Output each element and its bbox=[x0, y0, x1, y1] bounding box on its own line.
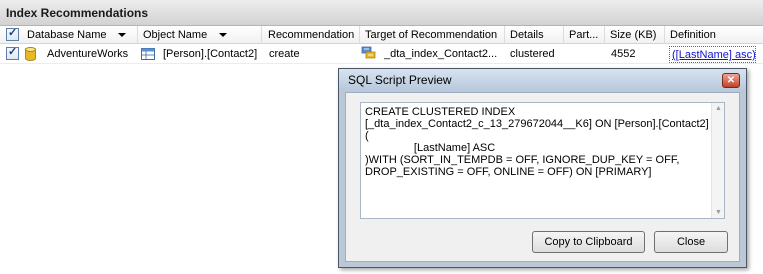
column-header-target[interactable]: Target of Recommendation bbox=[360, 26, 505, 44]
definition-link[interactable]: ([LastName] asc) bbox=[669, 46, 756, 63]
sql-script-text: CREATE CLUSTERED INDEX [_dta_index_Conta… bbox=[365, 106, 709, 178]
vertical-scrollbar[interactable]: ▲ ▼ bbox=[711, 103, 724, 218]
dropdown-arrow-icon[interactable] bbox=[219, 33, 227, 37]
grid-header: ✓ Database Name Object Name Recommendati… bbox=[0, 26, 763, 44]
panel-title: Index Recommendations bbox=[0, 0, 763, 26]
database-icon bbox=[25, 47, 36, 61]
column-header-recommendation[interactable]: Recommendation bbox=[262, 26, 360, 44]
close-button[interactable]: Close bbox=[654, 231, 728, 253]
column-header-object-name[interactable]: Object Name bbox=[138, 26, 262, 44]
dialog-body: CREATE CLUSTERED INDEX [_dta_index_Conta… bbox=[345, 92, 740, 262]
select-all-checkbox[interactable]: ✓ bbox=[6, 27, 19, 41]
cell-target: _dta_index_Contact2... bbox=[384, 48, 498, 60]
cell-size: 4552 bbox=[611, 48, 636, 60]
cell-database-name: AdventureWorks bbox=[47, 48, 129, 60]
sql-script-textbox[interactable]: CREATE CLUSTERED INDEX [_dta_index_Conta… bbox=[360, 102, 725, 219]
cell-details: clustered bbox=[510, 48, 555, 60]
dropdown-arrow-icon[interactable] bbox=[118, 33, 126, 37]
column-header-size[interactable]: Size (KB) bbox=[605, 26, 665, 44]
column-header-label: Database Name bbox=[27, 29, 107, 41]
cell-object-name: [Person].[Contact2] bbox=[163, 48, 258, 60]
close-icon: ✕ bbox=[726, 75, 736, 86]
column-header-partition[interactable]: Part... bbox=[564, 26, 605, 44]
cell-partition bbox=[569, 44, 605, 64]
dialog-close-button[interactable]: ✕ bbox=[722, 73, 740, 88]
index-icon bbox=[361, 46, 376, 59]
column-header-database-name[interactable]: Database Name bbox=[22, 26, 138, 44]
column-header-details[interactable]: Details bbox=[505, 26, 564, 44]
check-icon: ✓ bbox=[8, 27, 18, 39]
row-checkbox[interactable]: ✓ bbox=[6, 46, 19, 60]
check-icon: ✓ bbox=[8, 46, 18, 58]
dialog-title[interactable]: SQL Script Preview bbox=[339, 69, 746, 92]
column-header-label: Object Name bbox=[143, 29, 208, 41]
cell-recommendation: create bbox=[269, 48, 300, 60]
table-icon bbox=[141, 48, 155, 60]
scroll-up-icon[interactable]: ▲ bbox=[714, 105, 723, 112]
sql-script-preview-dialog: SQL Script Preview ✕ CREATE CLUSTERED IN… bbox=[338, 68, 747, 268]
scroll-down-icon[interactable]: ▼ bbox=[714, 209, 723, 216]
definition-link-text[interactable]: ([LastName] asc) bbox=[672, 49, 755, 61]
copy-to-clipboard-button[interactable]: Copy to Clipboard bbox=[532, 231, 645, 253]
table-row[interactable]: ✓ AdventureWorks [Person].[Contact2] cre… bbox=[0, 44, 763, 64]
column-header-definition[interactable]: Definition bbox=[665, 26, 763, 44]
